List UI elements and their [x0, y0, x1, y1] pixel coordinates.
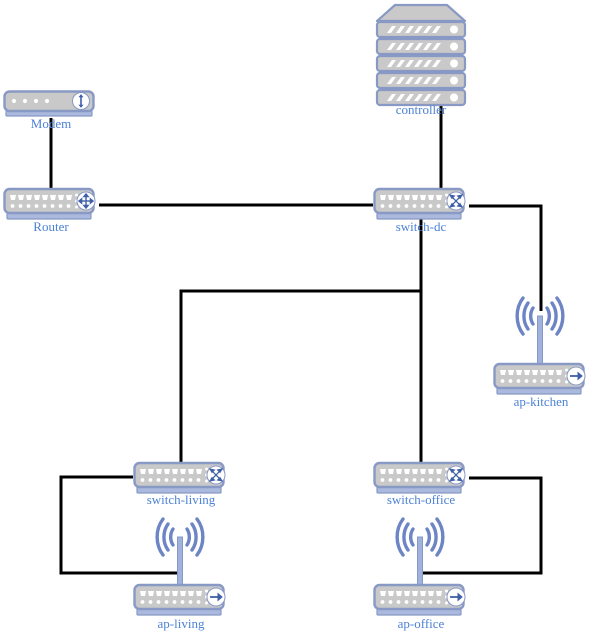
- node-label-switch-office: switch-office: [386, 492, 456, 507]
- switch-icon: [373, 187, 466, 220]
- access-point-icon: [133, 517, 226, 616]
- node-label-switch-living: switch-living: [146, 492, 216, 507]
- antenna-wireless-waves: [395, 517, 445, 586]
- access-point-icon: [493, 296, 586, 395]
- access-point-icon: [373, 517, 466, 616]
- router-icon: [3, 187, 96, 220]
- antenna-wireless-waves: [155, 517, 205, 586]
- link-switchdc-switchliving: [179, 218, 423, 463]
- network-topology-diagram: Modem controller Router switch-dc ap-kit…: [0, 0, 592, 637]
- node-label-router: Router: [33, 219, 69, 234]
- node-label-ap-kitchen: ap-kitchen: [513, 394, 569, 409]
- node-label-ap-living: ap-living: [157, 616, 205, 631]
- node-label-controller: controller: [395, 102, 447, 117]
- node-label-modem: Modem: [30, 116, 72, 131]
- node-label-ap-office: ap-office: [397, 616, 445, 631]
- antenna-wireless-waves: [515, 296, 565, 365]
- server-rack-icon: [375, 3, 467, 107]
- node-label-switch-dc: switch-dc: [395, 219, 447, 234]
